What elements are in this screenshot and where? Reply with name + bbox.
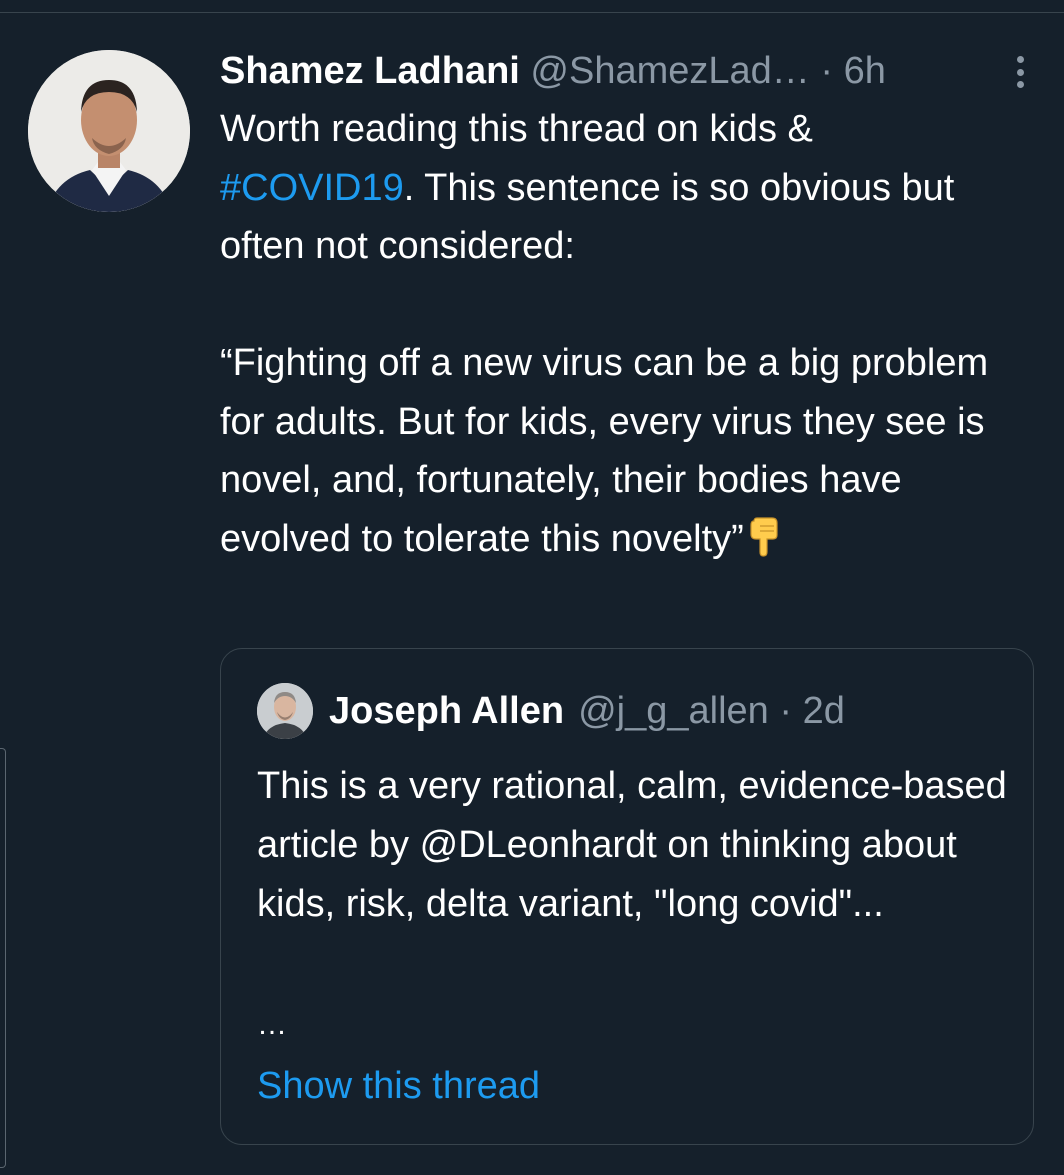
truncation-ellipsis: … <box>257 1008 287 1041</box>
quoted-author-handle: @j_g_allen · 2d <box>578 690 845 733</box>
quoted-author-avatar-image <box>257 683 313 739</box>
tweet-timestamp[interactable]: 6h <box>844 50 886 92</box>
quoted-timestamp: 2d <box>802 689 845 732</box>
backhand-index-pointing-down-icon <box>750 516 778 557</box>
author-name[interactable]: Shamez Ladhani <box>220 50 520 92</box>
hashtag-link[interactable]: #COVID19 <box>220 167 404 209</box>
more-options-icon[interactable] <box>1014 56 1026 88</box>
author-handle[interactable]: @ShamezLad… <box>530 50 809 92</box>
tweet-header: Shamez Ladhani @ShamezLad… · 6h <box>220 42 1040 100</box>
quoted-tweet-card[interactable]: Joseph Allen @j_g_allen · 2d This is a v… <box>220 648 1034 1145</box>
header-separator: · <box>820 50 834 92</box>
tweet-text: Worth reading this thread on kids & #COVI… <box>220 100 1040 568</box>
tweet-text-first-paragraph: Worth reading this thread on kids & #COVI… <box>220 100 1040 276</box>
tweet-text-part1: Worth reading this thread on kids & <box>220 108 813 150</box>
tweet-quote-text: “Fighting off a new virus can be a big p… <box>220 342 989 560</box>
quoted-tweet-header: Joseph Allen @j_g_allen · 2d <box>257 683 845 739</box>
tweet: Shamez Ladhani @ShamezLad… · 6h Worth re… <box>220 42 1040 568</box>
tweet-quote-paragraph: “Fighting off a new virus can be a big p… <box>220 334 1040 568</box>
quoted-handle-text: @j_g_allen <box>578 689 769 732</box>
top-divider <box>0 12 1064 13</box>
author-avatar[interactable] <box>28 50 190 212</box>
author-avatar-image <box>28 50 190 212</box>
left-edge-handle <box>0 748 6 1168</box>
quoted-tweet-text: This is a very rational, calm, evidence-… <box>257 765 1007 925</box>
quoted-author-avatar[interactable] <box>257 683 313 739</box>
show-thread-link[interactable]: Show this thread <box>257 1063 540 1109</box>
quoted-separator: · <box>779 689 793 732</box>
quoted-author-name[interactable]: Joseph Allen <box>329 690 564 733</box>
